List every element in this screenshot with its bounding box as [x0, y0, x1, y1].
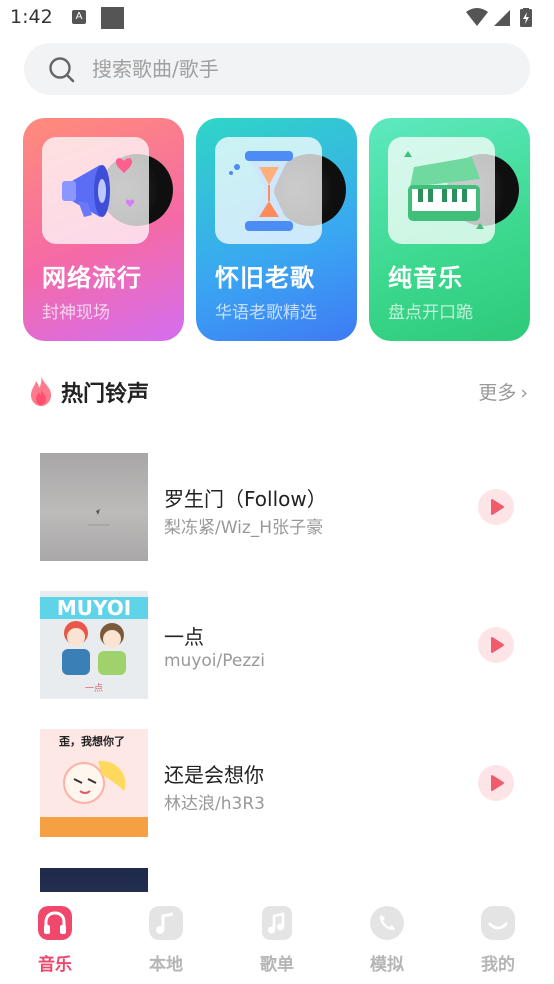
nav-item-mine[interactable]: 我的 [463, 906, 533, 976]
more-link[interactable]: 更多 › [478, 378, 528, 405]
play-button[interactable] [478, 765, 514, 801]
battery-icon [520, 8, 532, 27]
album-cover [40, 868, 148, 892]
fire-icon [31, 376, 51, 406]
song-artist: 梨冻紧/Wiz_H张子豪 [164, 518, 324, 538]
nav-label: 模拟 [370, 955, 404, 975]
song-artist: muyoi/Pezzi [164, 651, 265, 671]
play-button[interactable] [478, 627, 514, 663]
song-list-item[interactable] [0, 868, 554, 892]
cellular-signal-icon [494, 10, 510, 26]
music-note-icon [149, 906, 183, 940]
category-title: 纯音乐 [388, 264, 463, 292]
cover-banner: MUYOI [57, 596, 131, 620]
cover-caption: 一点 [85, 683, 103, 694]
nav-item-music[interactable]: 音乐 [20, 906, 90, 976]
category-title: 网络流行 [42, 264, 142, 292]
album-cover: MUYOI 一点 [40, 591, 148, 699]
wifi-icon [466, 8, 488, 26]
category-subtitle: 盘点开口跪 [388, 303, 473, 323]
song-list-item[interactable]: 歪，我想你了 还是会想你 林达浪/h3R3 [0, 729, 554, 837]
megaphone-icon [42, 137, 149, 244]
search-bar[interactable] [24, 43, 530, 95]
music-headphones-icon [38, 906, 72, 940]
hot-ringtones-header: 热门铃声 更多 › [0, 370, 554, 414]
song-list-item[interactable]: MUYOI 一点 一点 muyoi/Pezzi [0, 591, 554, 699]
song-title: 还是会想你 [164, 763, 264, 787]
category-title: 怀旧老歌 [215, 264, 315, 292]
cover-text: 歪，我想你了 [59, 734, 125, 748]
status-time: 1:42 [10, 6, 53, 28]
category-card-pure-music[interactable]: 纯音乐 盘点开口跪 [369, 118, 530, 341]
play-button[interactable] [478, 489, 514, 525]
notification-a-icon: A [72, 10, 86, 24]
bottom-nav: 音乐 本地 歌单 模拟 我的 [0, 892, 554, 984]
nav-label: 我的 [481, 955, 515, 975]
nav-label: 本地 [149, 955, 183, 975]
notification-square-icon [101, 7, 124, 29]
more-label: 更多 [478, 382, 517, 404]
hourglass-icon [215, 137, 322, 244]
song-title: 罗生门（Follow） [164, 487, 327, 511]
nav-item-local[interactable]: 本地 [131, 906, 201, 976]
album-cover: 歪，我想你了 [40, 729, 148, 837]
song-list-item[interactable]: 罗生门（Follow） 梨冻紧/Wiz_H张子豪 [0, 453, 554, 561]
nav-item-simulate[interactable]: 模拟 [352, 906, 422, 976]
play-icon [491, 775, 504, 791]
category-card-internet-hits[interactable]: 网络流行 封神现场 [23, 118, 184, 341]
piano-icon [388, 137, 495, 244]
playlist-icon [262, 906, 292, 940]
song-title: 一点 [164, 625, 204, 649]
search-icon [49, 57, 75, 83]
album-cover [40, 453, 148, 561]
status-bar: 1:42 A [0, 0, 554, 36]
category-card-old-songs[interactable]: 怀旧老歌 华语老歌精选 [196, 118, 357, 341]
phone-call-icon [370, 906, 404, 940]
profile-icon [481, 906, 515, 940]
category-subtitle: 封神现场 [42, 303, 110, 323]
status-icons [466, 8, 544, 28]
category-subtitle: 华语老歌精选 [215, 303, 317, 323]
section-title: 热门铃声 [61, 382, 150, 407]
search-input[interactable] [92, 43, 492, 95]
play-icon [491, 637, 504, 653]
chevron-right-icon: › [520, 382, 528, 404]
nav-item-playlist[interactable]: 歌单 [242, 906, 312, 976]
nav-label: 歌单 [260, 955, 294, 975]
nav-label: 音乐 [38, 955, 72, 975]
song-artist: 林达浪/h3R3 [164, 794, 265, 814]
play-icon [491, 499, 504, 515]
